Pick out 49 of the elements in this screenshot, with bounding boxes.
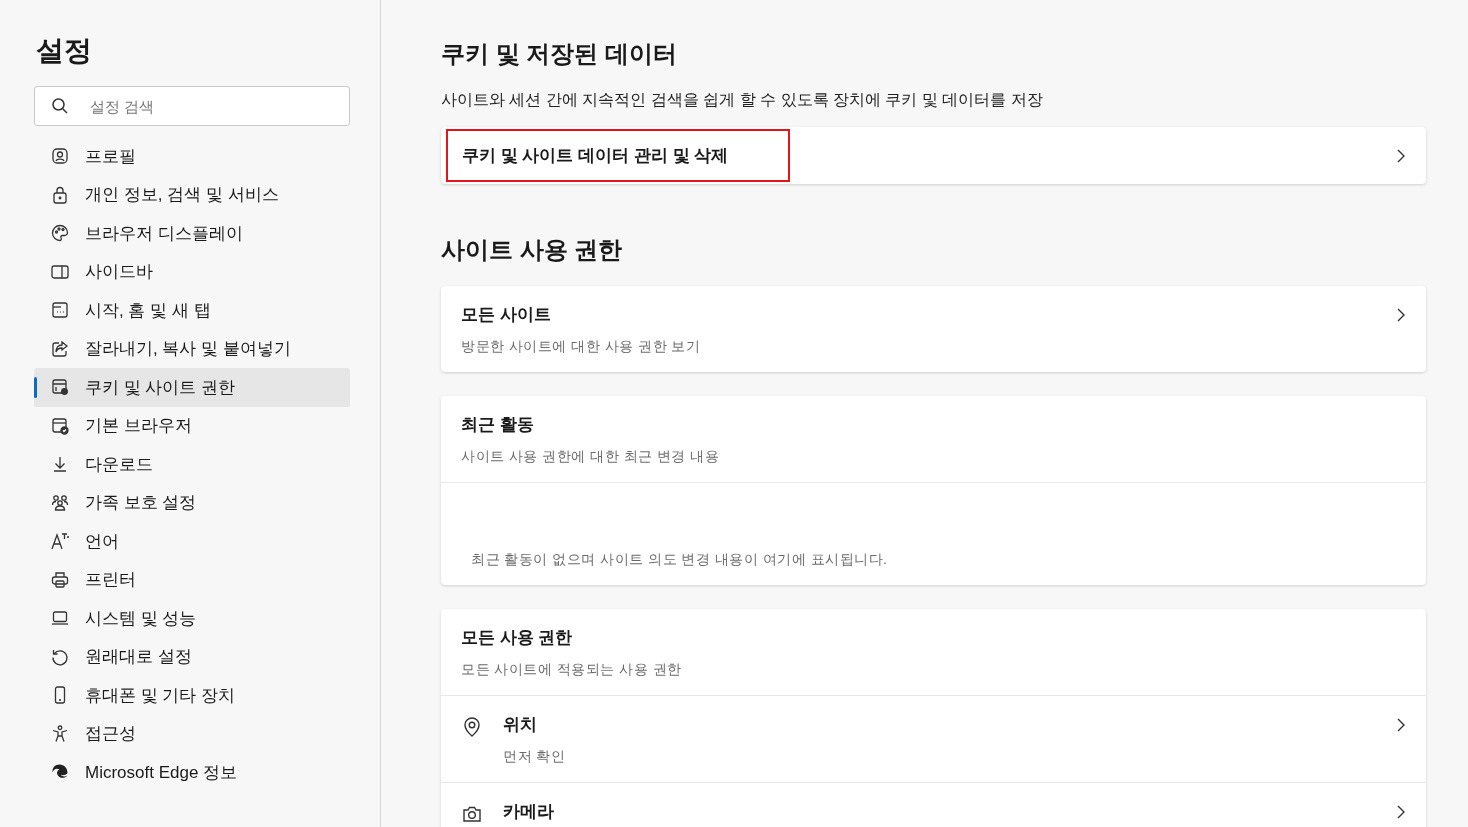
permission-title[interactable]: 위치 <box>503 712 537 736</box>
card-description: 모든 사이트에 적용되는 사용 권한 <box>461 660 682 679</box>
profile-icon <box>50 146 70 167</box>
sidebar-item[interactable]: 잘라내기, 복사 및 붙여넣기 <box>34 329 350 368</box>
card-title: 모든 사용 권한 <box>461 626 573 649</box>
sidebar-item[interactable]: 개인 정보, 검색 및 서비스 <box>34 175 350 214</box>
sidebar-item[interactable]: 프린터 <box>34 560 350 599</box>
sidebar-item[interactable]: 휴대폰 및 기타 장치 <box>34 676 350 715</box>
chevron-icon <box>1396 717 1406 733</box>
card-title: 최근 활동 <box>461 413 534 436</box>
settings-title: 설정 <box>36 34 92 68</box>
chevron-icon <box>1396 803 1406 820</box>
sidebar-item[interactable]: 언어 <box>34 522 350 561</box>
palette-icon <box>50 223 70 244</box>
section-heading: 쿠키 및 저장된 데이터 <box>441 39 677 69</box>
sidebar-item[interactable]: Microsoft Edge 정보 <box>34 753 350 792</box>
sidebar-item[interactable]: 접근성 <box>34 714 350 753</box>
lock-icon <box>50 184 70 205</box>
row-description: 방문한 사이트에 대한 사용 권한 보기 <box>461 337 701 356</box>
section-heading: 사이트 사용 권한 <box>441 235 623 265</box>
sidebar-item[interactable]: 브라우저 디스플레이 <box>34 214 350 253</box>
settings-link[interactable]: 쿠키 및 사이트 데이터 관리 및 삭제 <box>446 129 791 182</box>
sidebar-item[interactable]: 사이드바 <box>34 252 350 291</box>
share-icon <box>50 338 70 359</box>
sidebar-item[interactable]: 원래대로 설정 <box>34 637 350 676</box>
search-field[interactable]: 설정 검색 <box>34 86 350 126</box>
cookies-icon <box>50 377 70 398</box>
sidebar-item[interactable]: 다운로드 <box>34 445 350 484</box>
chevron-icon <box>1396 307 1406 323</box>
sidebar-item[interactable]: 프로필 <box>34 137 350 176</box>
browser-icon <box>50 415 70 436</box>
sidebar-item[interactable]: 기본 브라우저 <box>34 406 350 445</box>
sidebar-item[interactable]: 가족 보호 설정 <box>34 483 350 522</box>
sidebar-item[interactable]: 쿠키 및 사이트 권한 <box>34 368 350 407</box>
card-description: 사이트 사용 권한에 대한 최근 변경 내용 <box>461 447 720 466</box>
sidebar-item[interactable]: 시스템 및 성능 <box>34 599 350 638</box>
permission-description: 먼저 확인 <box>503 747 566 766</box>
empty-message: 최근 활동이 없으며 사이트 의도 변경 내용이 여기에 표시됩니다. <box>471 551 888 569</box>
chevron-icon <box>1396 147 1406 164</box>
permission-title[interactable]: 카메라 <box>503 800 554 823</box>
location-icon <box>461 716 483 738</box>
family-icon <box>50 492 70 513</box>
language-icon <box>50 531 70 552</box>
section-description: 사이트와 세션 간에 지속적인 검색을 쉽게 할 수 있도록 장치에 쿠키 및 데이터를 저장 <box>441 90 1044 110</box>
settings-link[interactable]: 모든 사이트 <box>461 302 551 326</box>
newtab-icon <box>50 300 70 321</box>
printer-icon <box>50 569 70 590</box>
accessibility-icon <box>50 723 70 744</box>
sidebar-item[interactable]: 시작, 홈 및 새 탭 <box>34 291 350 330</box>
